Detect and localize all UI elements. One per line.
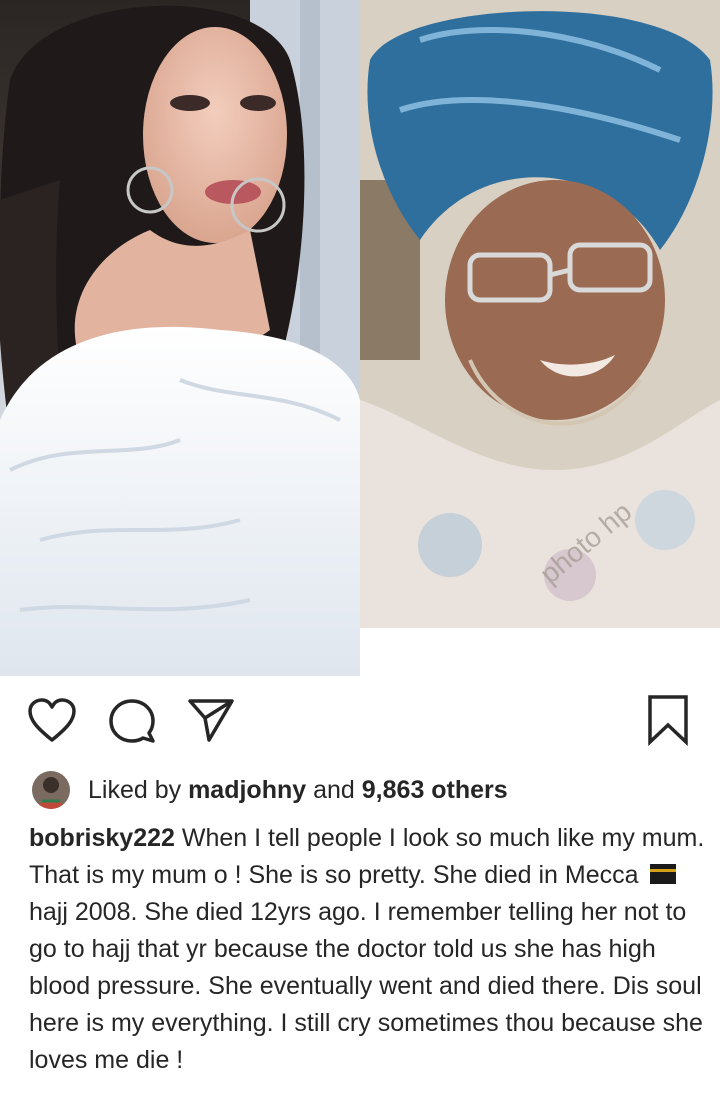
left-photo-illustration [0, 0, 360, 676]
left-photo[interactable] [0, 0, 360, 676]
likes-count[interactable]: 9,863 others [362, 776, 508, 804]
right-photo-illustration: photo hp [360, 0, 720, 628]
comment-icon[interactable] [108, 698, 156, 746]
likes-text: Liked by madjohny and 9,863 others [88, 776, 508, 805]
heart-icon[interactable] [27, 698, 77, 744]
post-media: photo hp [0, 0, 720, 676]
avatar[interactable] [32, 771, 70, 809]
liker-username[interactable]: madjohny [188, 776, 306, 804]
right-photo[interactable]: photo hp [360, 0, 720, 628]
caption-text-part2: hajj 2008. She died 12yrs ago. I remembe… [29, 898, 703, 1074]
likes-connector: and [313, 775, 355, 804]
send-icon[interactable] [187, 696, 235, 744]
likes-row: Liked by madjohny and 9,863 others [32, 770, 508, 810]
action-bar [0, 690, 720, 754]
kaaba-icon [649, 859, 677, 884]
caption-username[interactable]: bobrisky222 [29, 824, 175, 852]
likes-prefix: Liked by [88, 775, 182, 804]
bookmark-icon[interactable] [644, 694, 692, 746]
post-caption: bobrisky222 When I tell people I look so… [29, 820, 709, 1079]
